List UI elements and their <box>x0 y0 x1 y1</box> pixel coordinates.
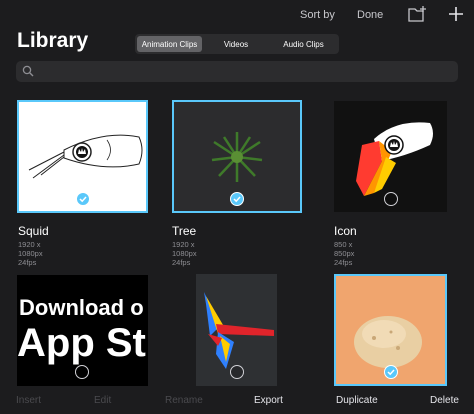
clip-name: Squid <box>18 224 49 238</box>
unselected-circle-icon[interactable] <box>384 192 398 206</box>
top-bar: Sort by Done <box>0 0 474 30</box>
thumb-text-line-1: Download o <box>19 295 144 320</box>
library-segmented-control: Animation Clips Videos Audio Clips <box>135 34 339 54</box>
selected-check-icon[interactable] <box>76 192 90 206</box>
sort-by-button[interactable]: Sort by <box>300 9 335 21</box>
clip-name: Tree <box>172 224 197 238</box>
search-icon <box>22 65 34 77</box>
duplicate-button[interactable]: Duplicate <box>336 395 378 406</box>
clip-name: Icon <box>334 224 357 238</box>
delete-button[interactable]: Delete <box>430 395 459 406</box>
selected-check-icon[interactable] <box>230 192 244 206</box>
clip-meta: 850 x 850px 24fps <box>334 240 355 267</box>
insert-button[interactable]: Insert <box>16 395 41 406</box>
rename-button[interactable]: Rename <box>165 395 203 406</box>
selected-check-icon[interactable] <box>384 365 398 379</box>
done-button[interactable]: Done <box>357 9 383 21</box>
page-title: Library <box>17 29 89 52</box>
thumb-text-line-2: App St <box>17 321 146 365</box>
new-folder-icon[interactable] <box>408 5 428 23</box>
export-button[interactable]: Export <box>254 395 283 406</box>
clip-meta: 1920 x 1080px 24fps <box>172 240 197 267</box>
edit-button[interactable]: Edit <box>94 395 111 406</box>
tab-videos[interactable]: Videos <box>202 36 270 52</box>
unselected-circle-icon[interactable] <box>230 365 244 379</box>
search-input[interactable] <box>40 63 450 80</box>
tab-audio-clips[interactable]: Audio Clips <box>270 36 337 52</box>
tab-animation-clips[interactable]: Animation Clips <box>137 36 202 52</box>
unselected-circle-icon[interactable] <box>75 365 89 379</box>
clip-meta: 1920 x 1080px 24fps <box>18 240 43 267</box>
add-icon[interactable] <box>447 5 465 23</box>
search-bar <box>16 61 458 82</box>
bottom-toolbar: Insert Edit Rename Export Duplicate Dele… <box>0 386 474 414</box>
